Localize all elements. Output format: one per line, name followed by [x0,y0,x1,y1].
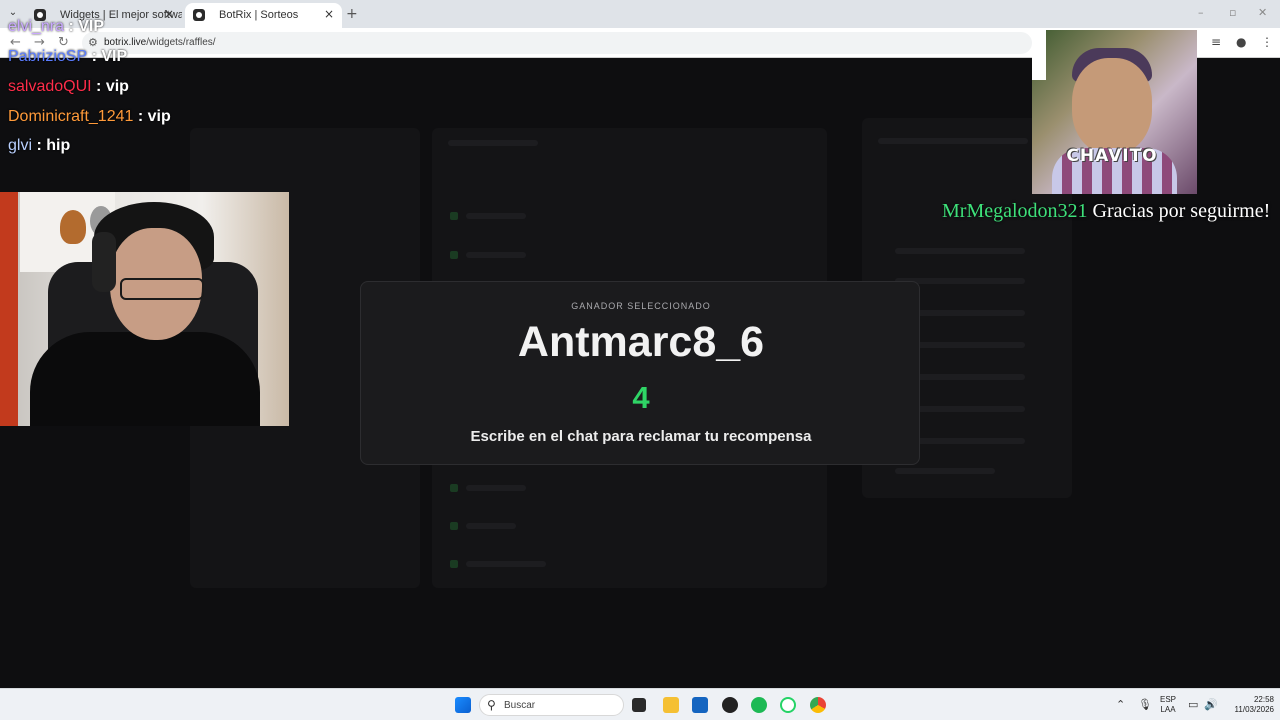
spotify-icon[interactable] [751,697,767,713]
participant-placeholder [466,485,526,491]
participant-placeholder [466,213,526,219]
follower-alert-image: CHAVITO [1032,30,1197,194]
participant-dot [450,251,458,259]
screen: ⌄ Widgets | El mejor software pa × BotRi… [0,0,1280,720]
participant-placeholder [466,252,526,258]
clock-time: 22:58 [1253,695,1274,704]
language-layout: LAA [1160,705,1176,714]
chat-text: : VIP [68,18,105,35]
network-icon[interactable]: ▭ [1188,698,1198,711]
participant-dot [450,560,458,568]
webcam-feed [0,192,289,426]
chat-text: : hip [36,137,71,154]
windows-taskbar: ⚲ Buscar ⌃ 🎙 ESP LAA ▭ 🔊 22:58 11/03/202… [0,688,1280,720]
task-view-icon[interactable] [632,698,646,712]
minimize-icon[interactable]: – [1198,6,1204,19]
alert-image-face [1072,58,1152,154]
participant-dot [450,484,458,492]
language-indicator[interactable]: ESP LAA [1156,695,1180,715]
chat-message: salvadoQUI : vip [8,78,129,96]
obs-icon[interactable] [722,697,738,713]
alert-image-corner [1032,30,1046,80]
new-tab-icon[interactable]: + [346,6,358,22]
chat-user: elvi_nra [8,18,65,35]
winner-row-placeholder [895,248,1025,254]
panel-heading-placeholder [448,140,538,146]
chat-text: : VIP [91,48,128,65]
winner-name: Antmarc8_6 [517,318,765,366]
url-text: botrix.live/widgets/raffles/ [104,37,216,48]
webcam-headset [92,232,116,292]
address-bar[interactable]: ⚙ botrix.live/widgets/raffles/ [82,32,1032,54]
webcam-person-body [30,332,260,426]
participant-dot [450,212,458,220]
participant-dot [450,522,458,530]
clock[interactable]: 22:58 11/03/2026 [1222,695,1274,715]
participant-placeholder [466,523,516,529]
taskbar-search[interactable]: ⚲ Buscar [479,694,624,716]
chat-message: PabrizioSP : VIP [8,48,127,66]
tab-close-icon[interactable]: × [164,7,174,21]
botrix-favicon-icon [193,9,205,21]
chat-user: Dominicraft_1241 [8,108,134,125]
volume-icon[interactable]: 🔊 [1204,698,1218,711]
tab-title: BotRix | Sorteos [219,9,299,21]
chrome-icon[interactable] [810,697,826,713]
participant-placeholder [466,561,546,567]
follower-message: Gracias por seguirme! [1092,200,1271,222]
winner-countdown: 4 [632,380,650,415]
follower-name: MrMegalodon321 [942,200,1088,222]
url-domain: botrix.live [104,37,147,48]
whatsapp-icon[interactable] [780,697,796,713]
maximize-icon[interactable]: ▫ [1229,6,1236,19]
chat-message: elvi_nra : VIP [8,18,104,36]
url-path: /widgets/raffles/ [146,37,216,48]
winner-label: GANADOR SELECCIONADO [571,301,711,311]
chat-text: : vip [96,78,129,95]
store-icon[interactable] [692,697,708,713]
winner-row-placeholder [895,468,995,474]
microphone-icon[interactable]: 🎙 [1138,698,1152,711]
winners-heading-placeholder [878,138,1028,144]
chat-message: Dominicraft_1241 : vip [8,108,171,126]
profile-avatar-icon[interactable]: ● [1236,35,1246,49]
webcam-plush-toy [60,210,86,244]
chat-user: glvi [8,137,33,154]
chat-text: : vip [137,108,171,125]
menu-kebab-icon[interactable]: ⋮ [1261,35,1273,49]
search-placeholder: Buscar [504,700,536,711]
winner-instruction: Escribe en el chat para reclamar tu reco… [470,428,812,445]
winner-modal: GANADOR SELECCIONADO Antmarc8_6 4 Escrib… [360,281,920,465]
file-explorer-icon[interactable] [663,697,679,713]
window-close-icon[interactable]: ✕ [1258,6,1267,19]
tab-sorteos[interactable]: BotRix | Sorteos × [185,3,342,28]
follower-alert-text: MrMegalodon321 Gracias por seguirme! [942,200,1270,223]
tab-close-icon[interactable]: × [324,7,334,21]
search-icon: ⚲ [487,698,496,712]
language-code: ESP [1159,695,1176,704]
webcam-glasses [120,278,204,300]
clock-date: 11/03/2026 [1234,705,1274,714]
windows-start-icon[interactable] [455,697,471,713]
chat-message: glvi : hip [8,137,70,155]
chevron-up-icon[interactable]: ⌃ [1116,698,1125,711]
alert-image-label: CHAVITO [1066,146,1158,166]
chat-user: PabrizioSP [8,48,88,65]
chat-user: salvadoQUI [8,78,92,95]
browser-tab-bar: ⌄ Widgets | El mejor software pa × BotRi… [0,0,1280,28]
webcam-door [0,192,18,426]
media-control-icon[interactable]: ≡ [1211,35,1221,49]
